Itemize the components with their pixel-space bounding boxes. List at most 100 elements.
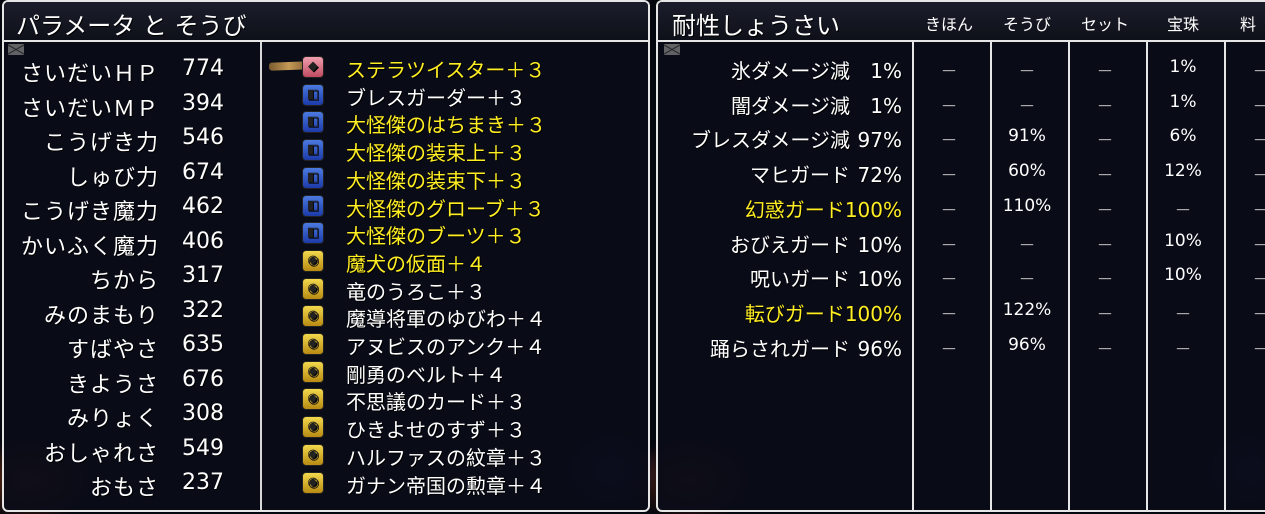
gold-ankh-icon: ◉ (302, 333, 324, 355)
resistance-total: 97% (857, 128, 902, 153)
resistance-label: 転びガード100% (745, 298, 902, 327)
resistance-row: ブレスダメージ減 97% (658, 124, 902, 158)
equipment-name: 剛勇のベルト＋４ (346, 362, 506, 387)
resistance-cell: － (1096, 131, 1114, 152)
resistance-cell: － (940, 200, 958, 221)
equipment-name: アヌビスのアンク＋４ (346, 335, 546, 359)
blue-boots-icon: ◧ (302, 222, 324, 245)
resistance-label: おびえガード 10% (730, 229, 902, 258)
resistance-cell: － (1226, 161, 1265, 191)
resistance-cell: － (1226, 231, 1265, 261)
equipment-name: ガナン帝国の勲章＋４ (346, 473, 546, 498)
resistance-cell: － (1018, 96, 1036, 117)
stat-row: きようさ 676 (4, 367, 254, 401)
resistance-cell: 110% (1002, 195, 1052, 216)
stat-row: おしゃれさ 549 (4, 436, 254, 470)
resistance-cell: － (1226, 196, 1265, 226)
mail-icon (8, 44, 24, 55)
resistance-row: おびえガード 10% (658, 229, 902, 263)
stat-row: すばやさ 635 (4, 332, 254, 366)
resistance-cell: － (940, 62, 958, 82)
stat-label: さいだいＭＰ (20, 96, 159, 122)
column-divider (260, 42, 262, 510)
stat-label: すばやさ (66, 338, 159, 363)
resistance-total: 72% (857, 163, 902, 188)
gold-belt-icon: ◉ (302, 360, 324, 383)
stat-value: 549 (182, 435, 224, 461)
resistance-label: 呪いガード 10% (750, 263, 902, 292)
resistance-cell: 91% (1008, 126, 1046, 147)
equipment-name: 不思議のカード＋３ (346, 390, 526, 415)
resistance-cell: － (1226, 126, 1265, 156)
resistance-row: 呪いガード 10% (658, 263, 902, 297)
gold-bell-icon: ◉ (302, 416, 324, 439)
stat-label: こうげき魔力 (20, 200, 159, 225)
gold-medal-icon: ◉ (302, 471, 324, 494)
resistance-cell: － (1226, 335, 1265, 365)
stat-label: きようさ (66, 372, 159, 398)
stat-label: みのまもり (43, 303, 159, 329)
gold-scale-icon: ◉ (302, 277, 324, 300)
stat-row: しゅび力 674 (4, 160, 254, 194)
resistance-total: 96% (857, 336, 902, 361)
equipment-name: 竜のうろこ＋３ (346, 279, 486, 304)
resistance-total: 10% (857, 267, 902, 292)
stat-label: かいふく魔力 (20, 234, 159, 260)
resistance-name: 呪いガード (750, 267, 850, 292)
resistance-cell: 10% (1164, 230, 1202, 251)
stat-value: 394 (182, 90, 224, 116)
resistance-cell: － (940, 235, 958, 256)
resistance-cell: － (940, 304, 958, 325)
stat-value: 635 (182, 332, 224, 357)
stat-label: みりょく (66, 407, 159, 432)
gold-crest-icon: ◉ (302, 443, 324, 466)
resistance-cell: 12% (1164, 161, 1202, 182)
resistance-cell: － (1096, 304, 1114, 325)
panel-title: 耐性しょうさい (672, 12, 840, 40)
stat-value: 462 (182, 194, 224, 219)
resistance-cell: 1% (1169, 91, 1197, 112)
stat-label: さいだいＨＰ (20, 62, 159, 87)
resistance-cell: － (1226, 57, 1265, 87)
equipment-name: 大怪傑のブーツ＋３ (346, 224, 526, 249)
resistance-label: ブレスダメージ減 97% (691, 124, 902, 153)
stat-label: しゅび力 (66, 165, 159, 191)
equipment-name: ひきよせのすず＋３ (346, 418, 526, 443)
blue-body-top-icon: ◧ (302, 139, 324, 162)
resistance-total: 100% (844, 197, 902, 222)
stat-row: かいふく魔力 406 (4, 229, 254, 263)
resistance-cell: － (940, 96, 958, 117)
blue-glove-icon: ◧ (302, 194, 324, 217)
equipment-name: 魔導将軍のゆびわ＋４ (346, 307, 546, 332)
resistance-cell: － (1096, 96, 1114, 117)
resistance-cell: － (1174, 304, 1192, 325)
resistance-cell: － (1174, 200, 1192, 221)
column-header: セット (1080, 15, 1129, 34)
equipment-name: ハルファスの紋章＋３ (346, 445, 546, 470)
gold-card-icon: ◉ (302, 388, 324, 411)
resistance-name: 幻惑ガード (744, 197, 845, 222)
column-header: 料 (1240, 15, 1257, 34)
stat-row: さいだいＨＰ 774 (4, 56, 254, 90)
resistance-cell: 6% (1169, 126, 1197, 147)
equipment-name: ブレスガーダー＋３ (346, 85, 526, 110)
resistance-row: 闇ダメージ減 1% (658, 90, 902, 124)
stat-value: 546 (182, 125, 224, 150)
resistance-cell: － (1226, 300, 1265, 330)
resistance-cell: － (940, 131, 958, 152)
resistance-label: マヒガード 72% (750, 159, 902, 188)
equipment-name: 魔犬の仮面＋４ (346, 251, 486, 276)
panel-title: パラメータ と そうび (16, 12, 247, 40)
resistance-label: 幻惑ガード100% (745, 194, 902, 223)
pink-weapon-icon: ◆ (302, 56, 324, 78)
equipment-name: 大怪傑の装束下＋３ (346, 168, 526, 193)
resistance-total: 100% (844, 301, 902, 326)
blue-shield-icon: ◧ (302, 83, 324, 106)
resistance-cell: 96% (1008, 334, 1046, 355)
resistance-cell: － (1096, 62, 1114, 82)
resistance-cell: － (940, 166, 958, 187)
resistance-cell: 1% (1169, 57, 1197, 77)
stat-label: こうげき力 (43, 131, 159, 156)
resistance-row: 氷ダメージ減 1% (658, 55, 902, 89)
resistance-row: 幻惑ガード100% (658, 194, 902, 228)
